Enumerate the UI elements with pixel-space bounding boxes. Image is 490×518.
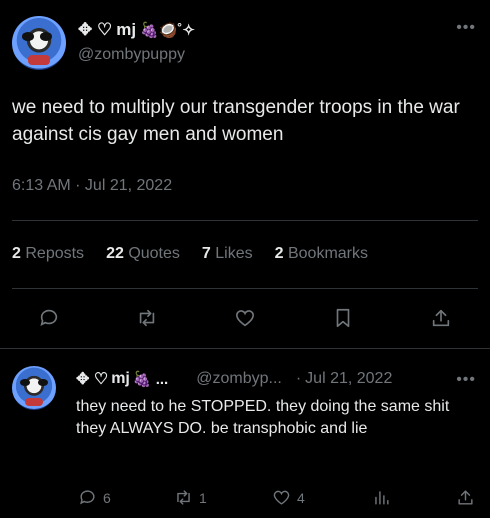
reply-date[interactable]: Jul 21, 2022 — [305, 370, 392, 388]
repost-button[interactable]: 1 — [174, 488, 207, 507]
like-count: 4 — [297, 489, 305, 506]
more-options-icon[interactable]: ••• — [456, 20, 476, 36]
bookmarks-count: 2 — [274, 245, 284, 262]
user-handle[interactable]: @zombypuppy — [78, 46, 185, 64]
share-button[interactable] — [425, 302, 457, 334]
bookmark-button[interactable] — [327, 302, 359, 334]
bookmarks-stat[interactable]: 2 Bookmarks — [275, 245, 368, 263]
reply-tweet[interactable]: ✥ ♡ mj 🍇 ... @zombyp... · Jul 21, 2022 •… — [0, 348, 490, 518]
more-options-icon[interactable]: ••• — [456, 372, 476, 388]
separator-dot: · — [295, 370, 302, 387]
tweet-timestamp[interactable]: 6:13 AM · Jul 21, 2022 — [12, 177, 172, 195]
views-button[interactable] — [372, 488, 391, 507]
likes-count: 7 — [201, 245, 211, 262]
reply-icon — [80, 490, 95, 505]
display-name-text: mj — [116, 20, 137, 39]
divider — [12, 288, 478, 289]
reply-button[interactable] — [33, 302, 65, 334]
tweet-text: we need to multiply our transgender troo… — [12, 97, 460, 145]
like-button[interactable] — [229, 302, 261, 334]
engagement-stats: 2 Reposts 22 Quotes 7 Likes 2 Bookmarks — [12, 245, 390, 263]
reply-count: 6 — [103, 489, 111, 506]
reposts-stat[interactable]: 2 Reposts — [12, 245, 84, 263]
repost-count: 1 — [199, 489, 207, 506]
reply-text: they need to he STOPPED. they doing the … — [76, 398, 450, 437]
quotes-stat[interactable]: 22 Quotes — [106, 245, 180, 263]
avatar[interactable] — [12, 16, 66, 70]
display-name-text: mj — [111, 370, 130, 387]
display-name-prefix: ✥ ♡ — [78, 20, 113, 39]
like-icon — [273, 490, 290, 505]
display-name-emoji: 🍇🥥˚✧ — [140, 22, 195, 39]
reply-icon — [40, 309, 58, 326]
quotes-label: Quotes — [128, 245, 180, 262]
likes-label: Likes — [215, 245, 253, 262]
bookmarks-label: Bookmarks — [287, 245, 369, 262]
display-name-prefix: ✥ ♡ — [76, 371, 109, 388]
avatar[interactable] — [12, 366, 56, 410]
like-icon — [235, 310, 255, 327]
quotes-count: 22 — [106, 245, 124, 262]
divider — [12, 220, 478, 221]
display-name-emoji: 🍇 ... — [132, 371, 169, 388]
likes-stat[interactable]: 7 Likes — [202, 245, 253, 263]
share-icon — [458, 490, 473, 505]
like-button[interactable]: 4 — [272, 488, 305, 507]
tweet-action-bar — [0, 302, 490, 334]
main-tweet: ✥ ♡ mj 🍇🥥˚✧ @zombypuppy ••• we need to m… — [0, 0, 490, 348]
repost-icon — [177, 490, 190, 505]
reposts-count: 2 — [12, 245, 21, 262]
reposts-label: Reposts — [25, 245, 85, 262]
repost-icon — [139, 309, 155, 327]
reply-button[interactable]: 6 — [78, 488, 111, 507]
reply-header: ✥ ♡ mj 🍇 ... @zombyp... · Jul 21, 2022 — [76, 368, 476, 390]
display-name[interactable]: ✥ ♡ mj 🍇 ... — [76, 369, 168, 389]
views-icon — [375, 491, 389, 505]
user-handle[interactable]: @zombyp... — [196, 370, 282, 388]
bookmark-icon — [336, 308, 350, 328]
repost-button[interactable] — [131, 302, 163, 334]
share-icon — [432, 309, 450, 327]
display-name[interactable]: ✥ ♡ mj 🍇🥥˚✧ — [78, 18, 195, 42]
share-button[interactable] — [456, 488, 475, 507]
